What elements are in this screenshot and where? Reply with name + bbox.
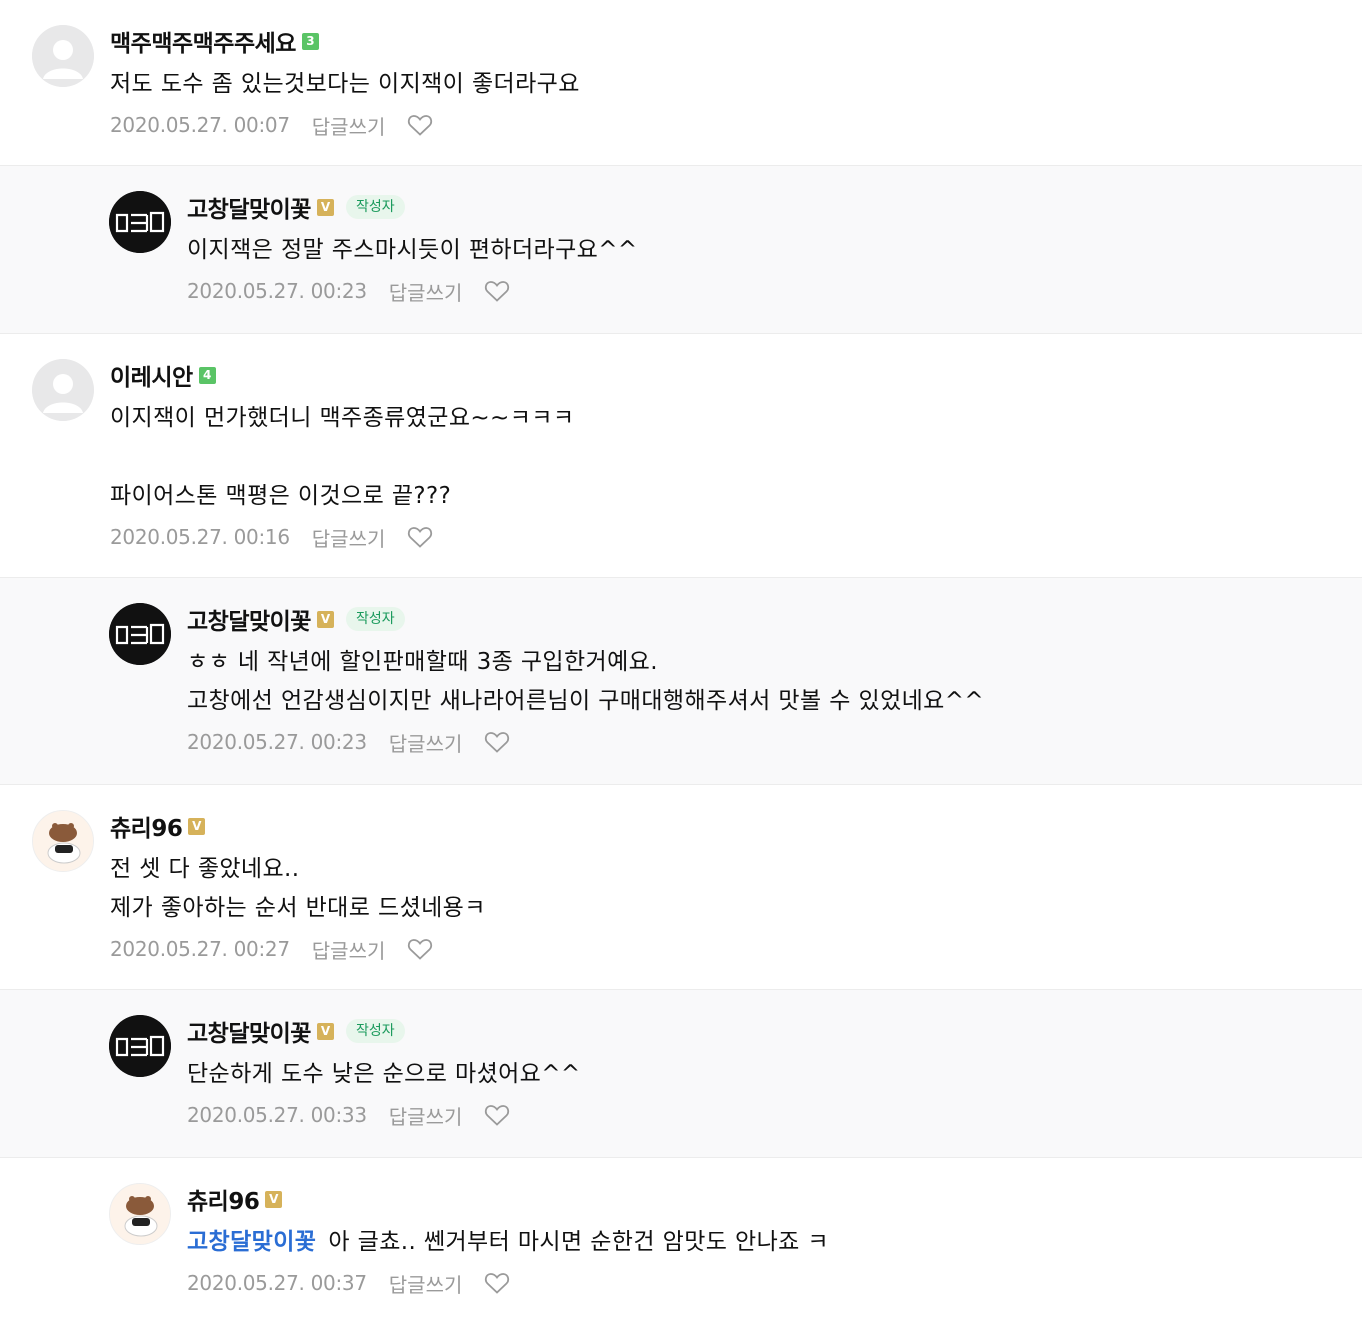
comment-body: 고창달맞이꽃 V 작성자 단순하게 도수 낮은 순으로 마셨어요^^ 2020.… — [187, 1017, 1352, 1130]
like-heart-icon[interactable] — [484, 730, 510, 754]
comment-line — [110, 438, 1352, 477]
member-grade-badge: 4 — [198, 366, 216, 384]
like-heart-icon[interactable] — [484, 1271, 510, 1295]
comment-nickname[interactable]: 고창달맞이꽃 — [187, 190, 311, 224]
comment-text: 이지잭은 정말 주스마시듯이 편하더라구요^^ — [187, 231, 1352, 270]
comment-line: 단순하게 도수 낮은 순으로 마셨어요^^ — [187, 1061, 581, 1087]
comment-nickname[interactable]: 츄리96 — [110, 809, 183, 843]
like-heart-icon[interactable] — [407, 113, 433, 137]
comment-body: 츄리96 V 고창달맞이꽃 아 글쵸.. 쎈거부터 마시면 순한건 암맛도 안나죠… — [187, 1185, 1352, 1298]
reply-comment-item: 고창달맞이꽃 V 작성자 ㅎㅎ 네 작년에 할인판매할때 3종 구입한거예요. … — [0, 577, 1362, 784]
comment-nickname[interactable]: 맥주맥주맥주주세요 — [110, 24, 296, 58]
comment-line: 전 셋 다 좋았네요.. — [110, 856, 300, 882]
comment-text: 이지잭이 먼가했더니 맥주종류였군요~~ㅋㅋㅋ 파이어스톤 맥평은 이것으로 끝… — [110, 399, 1352, 516]
comment-nickname[interactable]: 고창달맞이꽃 — [187, 602, 311, 636]
comment-date: 2020.05.27. 00:27 — [110, 937, 290, 961]
comment-nickname[interactable]: 이레시안 — [110, 358, 193, 392]
like-heart-icon[interactable] — [484, 1103, 510, 1127]
comment-date: 2020.05.27. 00:33 — [187, 1103, 367, 1127]
reply-button[interactable]: 답글쓰기 — [312, 523, 386, 552]
comment-line: 저도 도수 좀 있는것보다는 이지잭이 좋더라구요 — [110, 71, 580, 97]
comment-line: 고창달맞이꽃 아 글쵸.. 쎈거부터 마시면 순한건 암맛도 안나죠 ㅋ — [187, 1223, 1352, 1262]
comment-nickname[interactable]: 츄리96 — [187, 1182, 260, 1216]
comment-text: 전 셋 다 좋았네요.. 제가 좋아하는 순서 반대로 드셨네용ㅋ — [110, 850, 1352, 928]
author-badge: 작성자 — [345, 1019, 405, 1043]
author-badge: 작성자 — [345, 195, 405, 219]
comment-text: 고창달맞이꽃 아 글쵸.. 쎈거부터 마시면 순한건 암맛도 안나죠 ㅋ — [187, 1223, 1352, 1262]
reply-button[interactable]: 답글쓰기 — [312, 111, 386, 140]
comment-line: ㅎㅎ 네 작년에 할인판매할때 3종 구입한거예요. — [187, 649, 658, 675]
comment-text: 단순하게 도수 낮은 순으로 마셨어요^^ — [187, 1055, 1352, 1094]
comment-date: 2020.05.27. 00:23 — [187, 730, 367, 754]
bear-character-avatar-icon[interactable] — [109, 1183, 171, 1245]
bear-character-avatar-icon[interactable] — [32, 810, 94, 872]
comment-line: 고창에선 언감생심이지만 새나라어른님이 구매대행해주셔서 맛볼 수 있었네요^… — [187, 688, 985, 714]
comment-line: 이지잭은 정말 주스마시듯이 편하더라구요^^ — [187, 237, 638, 263]
reply-button[interactable]: 답글쓰기 — [312, 935, 386, 964]
mention-link[interactable]: 고창달맞이꽃 — [187, 1229, 316, 1255]
author-badge: 작성자 — [345, 607, 405, 631]
comment-item: 맥주맥주맥주주세요 3 저도 도수 좀 있는것보다는 이지잭이 좋더라구요 20… — [0, 0, 1362, 165]
reply-comment-item: 츄리96 V 고창달맞이꽃 아 글쵸.. 쎈거부터 마시면 순한건 암맛도 안나죠… — [0, 1157, 1362, 1317]
reply-button[interactable]: 답글쓰기 — [389, 1101, 463, 1130]
comment-date: 2020.05.27. 00:16 — [110, 525, 290, 549]
default-avatar-icon[interactable] — [32, 25, 94, 87]
comment-body: 츄리96 V 전 셋 다 좋았네요.. 제가 좋아하는 순서 반대로 드셨네용ㅋ… — [110, 812, 1352, 964]
like-heart-icon[interactable] — [407, 937, 433, 961]
comment-text: 저도 도수 좀 있는것보다는 이지잭이 좋더라구요 — [110, 65, 1352, 104]
comment-item: 츄리96 V 전 셋 다 좋았네요.. 제가 좋아하는 순서 반대로 드셨네용ㅋ… — [0, 784, 1362, 989]
comment-body: 고창달맞이꽃 V 작성자 ㅎㅎ 네 작년에 할인판매할때 3종 구입한거예요. … — [187, 605, 1352, 757]
comment-text: ㅎㅎ 네 작년에 할인판매할때 3종 구입한거예요. 고창에선 언감생심이지만 … — [187, 643, 1352, 721]
like-heart-icon[interactable] — [407, 525, 433, 549]
member-grade-badge: V — [316, 198, 334, 216]
comment-line: 파이어스톤 맥평은 이것으로 끝??? — [110, 483, 452, 509]
comment-item: 이레시안 4 이지잭이 먼가했더니 맥주종류였군요~~ㅋㅋㅋ 파이어스톤 맥평은… — [0, 333, 1362, 577]
member-grade-badge: 3 — [301, 32, 319, 50]
gomdol-logo-avatar-icon[interactable] — [109, 191, 171, 253]
comment-date: 2020.05.27. 00:23 — [187, 279, 367, 303]
like-heart-icon[interactable] — [484, 279, 510, 303]
reply-comment-item: 고창달맞이꽃 V 작성자 단순하게 도수 낮은 순으로 마셨어요^^ 2020.… — [0, 989, 1362, 1157]
reply-comment-item: 고창달맞이꽃 V 작성자 이지잭은 정말 주스마시듯이 편하더라구요^^ 202… — [0, 165, 1362, 333]
comment-body: 고창달맞이꽃 V 작성자 이지잭은 정말 주스마시듯이 편하더라구요^^ 202… — [187, 193, 1352, 306]
member-grade-badge: V — [316, 1022, 334, 1040]
member-grade-badge: V — [265, 1190, 283, 1208]
comment-line: 이지잭이 먼가했더니 맥주종류였군요~~ㅋㅋㅋ — [110, 405, 575, 431]
member-grade-badge: V — [316, 610, 334, 628]
comment-line-text: 아 글쵸.. 쎈거부터 마시면 순한건 암맛도 안나죠 ㅋ — [328, 1229, 829, 1255]
gomdol-logo-avatar-icon[interactable] — [109, 1015, 171, 1077]
comment-nickname[interactable]: 고창달맞이꽃 — [187, 1014, 311, 1048]
gomdol-logo-avatar-icon[interactable] — [109, 603, 171, 665]
comment-body: 이레시안 4 이지잭이 먼가했더니 맥주종류였군요~~ㅋㅋㅋ 파이어스톤 맥평은… — [110, 361, 1352, 552]
reply-button[interactable]: 답글쓰기 — [389, 728, 463, 757]
comment-body: 맥주맥주맥주주세요 3 저도 도수 좀 있는것보다는 이지잭이 좋더라구요 20… — [110, 27, 1352, 140]
reply-button[interactable]: 답글쓰기 — [389, 277, 463, 306]
default-avatar-icon[interactable] — [32, 359, 94, 421]
comment-date: 2020.05.27. 00:07 — [110, 113, 290, 137]
member-grade-badge: V — [188, 817, 206, 835]
comment-date: 2020.05.27. 00:37 — [187, 1271, 367, 1295]
reply-button[interactable]: 답글쓰기 — [389, 1269, 463, 1298]
comment-line: 제가 좋아하는 순서 반대로 드셨네용ㅋ — [110, 895, 486, 921]
